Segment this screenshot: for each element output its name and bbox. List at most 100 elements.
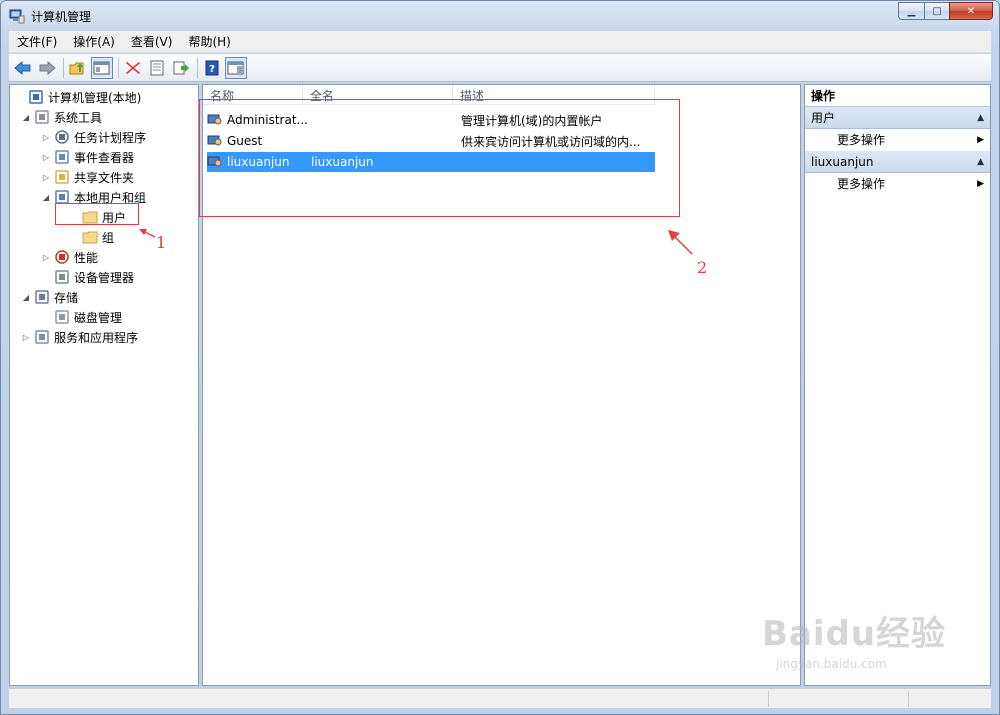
disk-icon bbox=[55, 310, 69, 324]
show-action-pane-button[interactable] bbox=[225, 56, 247, 79]
annotation-number-2: 2 bbox=[697, 258, 708, 277]
computer-management-icon bbox=[29, 90, 43, 104]
menu-bar: 文件(F) 操作(A) 查看(V) 帮助(H) bbox=[9, 31, 991, 53]
toolbar: ? bbox=[9, 54, 991, 82]
tools-icon bbox=[35, 110, 49, 124]
status-segment bbox=[9, 691, 769, 707]
menu-file[interactable]: 文件(F) bbox=[9, 33, 65, 50]
shared-folder-icon bbox=[55, 170, 69, 184]
close-button[interactable]: ✕ bbox=[949, 2, 993, 20]
properties-button[interactable] bbox=[146, 57, 168, 79]
tree-item[interactable]: ▷ 服务和应用程序 bbox=[20, 327, 138, 347]
watermark-logo: Baidu经验 bbox=[762, 614, 947, 654]
tree-item-label: 磁盘管理 bbox=[74, 310, 123, 325]
delete-button[interactable] bbox=[122, 57, 144, 79]
show-action-pane-icon bbox=[227, 61, 244, 74]
expand-toggle-icon[interactable]: ◢ bbox=[40, 193, 52, 202]
actions-group-label: 用户 bbox=[811, 111, 836, 125]
tree-item-label: 存储 bbox=[54, 290, 79, 305]
maximize-button[interactable]: □ bbox=[924, 2, 949, 20]
annotation-box-user-list bbox=[199, 99, 680, 217]
watermark-url: jingyan.baidu.com bbox=[776, 657, 887, 671]
expand-toggle-icon[interactable]: ◢ bbox=[20, 293, 32, 302]
svg-text:?: ? bbox=[209, 64, 215, 75]
show-hide-tree-button[interactable] bbox=[91, 56, 113, 79]
window-controls: ▁ □ ✕ bbox=[898, 2, 993, 20]
tree-item[interactable]: 计算机管理(本地) bbox=[14, 87, 141, 107]
collapse-icon[interactable]: ▲ bbox=[977, 151, 984, 173]
services-icon bbox=[35, 330, 49, 344]
menu-view[interactable]: 查看(V) bbox=[123, 33, 181, 50]
tree-item[interactable]: ▷ 共享文件夹 bbox=[40, 167, 134, 187]
watermark: Baidu经验 jingyan.baidu.com bbox=[762, 606, 952, 696]
submenu-arrow-icon: ▶ bbox=[977, 179, 984, 189]
tree-item[interactable]: ▷ 性能 bbox=[40, 247, 98, 267]
tree-item[interactable]: ▷ 任务计划程序 bbox=[40, 127, 146, 147]
help-button[interactable]: ? bbox=[201, 57, 223, 79]
back-arrow-icon bbox=[14, 60, 31, 75]
forward-arrow-icon bbox=[39, 60, 56, 75]
title-bar[interactable]: 计算机管理 ▁ □ ✕ bbox=[1, 1, 999, 31]
expand-toggle-icon[interactable]: ▷ bbox=[40, 253, 52, 262]
performance-icon bbox=[55, 250, 69, 264]
device-manager-icon bbox=[55, 270, 69, 284]
more-actions-label: 更多操作 bbox=[837, 133, 886, 147]
more-actions-label: 更多操作 bbox=[837, 177, 886, 191]
tree-item[interactable]: ◢ 存储 bbox=[20, 287, 78, 307]
tree-item-label: 组 bbox=[102, 230, 115, 245]
tree-item[interactable]: ◢ 系统工具 bbox=[20, 107, 102, 127]
annotation-arrow-icon bbox=[668, 230, 693, 255]
tree-item-label: 设备管理器 bbox=[74, 270, 135, 285]
minimize-button[interactable]: ▁ bbox=[898, 2, 924, 20]
console-tree-pane[interactable]: 计算机管理(本地) ◢ 系统工具 ▷ 任务计划程序 ▷ 事件查看器 ▷ 共享文件夹 ◢ 本地用户和组… bbox=[9, 84, 199, 686]
toolbar-separator bbox=[118, 57, 119, 78]
expand-toggle-icon[interactable]: ▷ bbox=[40, 133, 52, 142]
annotation-number-1: 1 bbox=[156, 233, 167, 252]
tree-item-label: 计算机管理(本地) bbox=[48, 90, 142, 105]
menu-help[interactable]: 帮助(H) bbox=[180, 33, 238, 50]
up-folder-icon bbox=[69, 62, 84, 74]
up-one-level-button[interactable] bbox=[67, 57, 89, 79]
tree-item-label: 事件查看器 bbox=[74, 150, 135, 165]
properties-icon bbox=[150, 60, 164, 75]
folder-icon bbox=[82, 231, 98, 244]
actions-title: 操作 bbox=[805, 85, 990, 107]
actions-group-label: liuxuanjun bbox=[811, 155, 874, 169]
toolbar-separator bbox=[63, 57, 64, 78]
menu-action[interactable]: 操作(A) bbox=[65, 33, 123, 50]
tree-item-label: 服务和应用程序 bbox=[54, 330, 139, 345]
tree-item-label: 共享文件夹 bbox=[74, 170, 135, 185]
delete-icon bbox=[126, 61, 140, 74]
toolbar-separator bbox=[197, 57, 198, 78]
export-list-icon bbox=[173, 61, 189, 74]
tree-item-label: 任务计划程序 bbox=[74, 130, 147, 145]
expand-toggle-icon[interactable]: ▷ bbox=[40, 173, 52, 182]
annotation-box-users bbox=[55, 203, 139, 225]
actions-group-users[interactable]: 用户 ▲ bbox=[805, 107, 990, 129]
computer-management-icon bbox=[9, 9, 25, 24]
storage-icon bbox=[35, 290, 49, 304]
tree-item-label: 性能 bbox=[74, 250, 99, 265]
more-actions-item[interactable]: 更多操作 ▶ bbox=[805, 173, 990, 195]
back-button[interactable] bbox=[12, 57, 34, 79]
expand-toggle-icon[interactable]: ▷ bbox=[40, 153, 52, 162]
submenu-arrow-icon: ▶ bbox=[977, 135, 984, 145]
show-hide-tree-icon bbox=[93, 61, 110, 74]
tree-item[interactable]: 磁盘管理 bbox=[40, 307, 122, 327]
help-icon: ? bbox=[205, 60, 219, 75]
more-actions-item[interactable]: 更多操作 ▶ bbox=[805, 129, 990, 151]
expand-toggle-icon[interactable]: ▷ bbox=[20, 333, 32, 342]
tree-item[interactable]: 组 bbox=[68, 227, 114, 247]
expand-toggle-icon[interactable]: ◢ bbox=[20, 113, 32, 122]
clock-icon bbox=[55, 130, 69, 144]
tree-item-label: 系统工具 bbox=[54, 110, 103, 125]
window-title: 计算机管理 bbox=[31, 9, 92, 24]
actions-group-selected-user[interactable]: liuxuanjun ▲ bbox=[805, 151, 990, 173]
annotation-arrow-icon bbox=[139, 229, 156, 238]
collapse-icon[interactable]: ▲ bbox=[977, 107, 984, 129]
actions-pane: 操作 用户 ▲ 更多操作 ▶ liuxuanjun ▲ 更多操作 ▶ bbox=[804, 84, 991, 686]
tree-item[interactable]: ▷ 事件查看器 bbox=[40, 147, 134, 167]
tree-item[interactable]: 设备管理器 bbox=[40, 267, 134, 287]
forward-button[interactable] bbox=[36, 57, 58, 79]
export-list-button[interactable] bbox=[170, 57, 192, 79]
